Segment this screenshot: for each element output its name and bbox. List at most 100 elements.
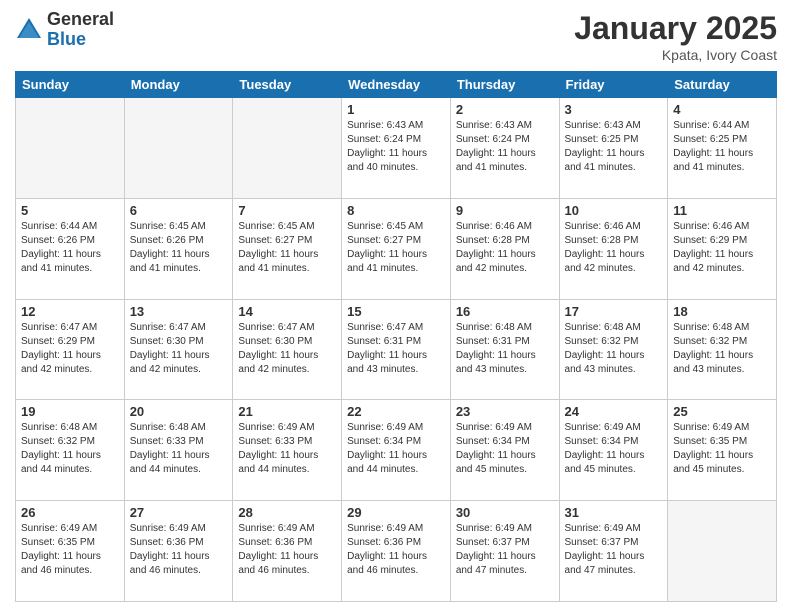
calendar-cell: 6 Sunrise: 6:45 AM Sunset: 6:26 PM Daylig… [124, 198, 233, 299]
calendar-cell: 16 Sunrise: 6:48 AM Sunset: 6:31 PM Dayli… [450, 299, 559, 400]
day-info: Sunrise: 6:49 AM Sunset: 6:36 PM Dayligh… [130, 522, 228, 578]
day-info: Sunrise: 6:49 AM Sunset: 6:37 PM Dayligh… [456, 522, 554, 578]
weekday-header-tuesday: Tuesday [233, 72, 342, 98]
day-info: Sunrise: 6:48 AM Sunset: 6:31 PM Dayligh… [456, 321, 554, 377]
calendar-cell: 5 Sunrise: 6:44 AM Sunset: 6:26 PM Daylig… [16, 198, 125, 299]
calendar-table: SundayMondayTuesdayWednesdayThursdayFrid… [15, 71, 777, 602]
logo-general-text: General [47, 10, 114, 30]
day-number: 18 [673, 304, 771, 319]
logo-blue-text: Blue [47, 30, 114, 50]
calendar-cell [16, 98, 125, 199]
day-number: 28 [238, 505, 336, 520]
day-info: Sunrise: 6:48 AM Sunset: 6:32 PM Dayligh… [673, 321, 771, 377]
calendar-cell: 31Sunrise: 6:49 AM Sunset: 6:37 PM Dayli… [559, 501, 668, 602]
day-number: 17 [565, 304, 663, 319]
calendar-cell: 15 Sunrise: 6:47 AM Sunset: 6:31 PM Dayli… [342, 299, 451, 400]
calendar-cell: 26 Sunrise: 6:49 AM Sunset: 6:35 PM Dayli… [16, 501, 125, 602]
day-number: 4 [673, 102, 771, 117]
weekday-header-sunday: Sunday [16, 72, 125, 98]
calendar-cell: 10 Sunrise: 6:46 AM Sunset: 6:28 PM Dayli… [559, 198, 668, 299]
week-row-2: 5 Sunrise: 6:44 AM Sunset: 6:26 PM Daylig… [16, 198, 777, 299]
calendar-cell: 1Sunrise: 6:43 AM Sunset: 6:24 PM Daylig… [342, 98, 451, 199]
day-info: Sunrise: 6:49 AM Sunset: 6:34 PM Dayligh… [565, 421, 663, 477]
day-number: 22 [347, 404, 445, 419]
day-number: 19 [21, 404, 119, 419]
day-number: 6 [130, 203, 228, 218]
calendar-cell: 21Sunrise: 6:49 AM Sunset: 6:33 PM Dayli… [233, 400, 342, 501]
day-number: 27 [130, 505, 228, 520]
day-info: Sunrise: 6:46 AM Sunset: 6:29 PM Dayligh… [673, 220, 771, 276]
calendar-cell: 30Sunrise: 6:49 AM Sunset: 6:37 PM Dayli… [450, 501, 559, 602]
day-info: Sunrise: 6:45 AM Sunset: 6:26 PM Dayligh… [130, 220, 228, 276]
day-number: 26 [21, 505, 119, 520]
weekday-header-wednesday: Wednesday [342, 72, 451, 98]
day-number: 16 [456, 304, 554, 319]
week-row-5: 26 Sunrise: 6:49 AM Sunset: 6:35 PM Dayli… [16, 501, 777, 602]
day-number: 25 [673, 404, 771, 419]
week-row-3: 12 Sunrise: 6:47 AM Sunset: 6:29 PM Dayli… [16, 299, 777, 400]
calendar-cell: 29 Sunrise: 6:49 AM Sunset: 6:36 PM Dayli… [342, 501, 451, 602]
day-number: 13 [130, 304, 228, 319]
calendar-cell: 2 Sunrise: 6:43 AM Sunset: 6:24 PM Daylig… [450, 98, 559, 199]
calendar-cell: 25 Sunrise: 6:49 AM Sunset: 6:35 PM Dayli… [668, 400, 777, 501]
day-info: Sunrise: 6:49 AM Sunset: 6:34 PM Dayligh… [347, 421, 445, 477]
day-number: 29 [347, 505, 445, 520]
day-info: Sunrise: 6:49 AM Sunset: 6:35 PM Dayligh… [673, 421, 771, 477]
weekday-header-thursday: Thursday [450, 72, 559, 98]
day-number: 24 [565, 404, 663, 419]
day-info: Sunrise: 6:44 AM Sunset: 6:25 PM Dayligh… [673, 119, 771, 175]
calendar-cell: 17 Sunrise: 6:48 AM Sunset: 6:32 PM Dayli… [559, 299, 668, 400]
day-info: Sunrise: 6:47 AM Sunset: 6:31 PM Dayligh… [347, 321, 445, 377]
day-info: Sunrise: 6:48 AM Sunset: 6:33 PM Dayligh… [130, 421, 228, 477]
weekday-header-saturday: Saturday [668, 72, 777, 98]
day-info: Sunrise: 6:49 AM Sunset: 6:35 PM Dayligh… [21, 522, 119, 578]
day-info: Sunrise: 6:47 AM Sunset: 6:29 PM Dayligh… [21, 321, 119, 377]
day-info: Sunrise: 6:43 AM Sunset: 6:24 PM Dayligh… [456, 119, 554, 175]
logo-text: General Blue [47, 10, 114, 50]
header: General Blue January 2025 Kpata, Ivory C… [15, 10, 777, 63]
weekday-header-monday: Monday [124, 72, 233, 98]
page: General Blue January 2025 Kpata, Ivory C… [0, 0, 792, 612]
calendar-cell [124, 98, 233, 199]
day-number: 14 [238, 304, 336, 319]
weekday-header-friday: Friday [559, 72, 668, 98]
day-number: 7 [238, 203, 336, 218]
calendar-cell: 18 Sunrise: 6:48 AM Sunset: 6:32 PM Dayli… [668, 299, 777, 400]
calendar-cell: 7Sunrise: 6:45 AM Sunset: 6:27 PM Daylig… [233, 198, 342, 299]
calendar-cell: 11 Sunrise: 6:46 AM Sunset: 6:29 PM Dayli… [668, 198, 777, 299]
day-info: Sunrise: 6:49 AM Sunset: 6:34 PM Dayligh… [456, 421, 554, 477]
day-info: Sunrise: 6:46 AM Sunset: 6:28 PM Dayligh… [565, 220, 663, 276]
title-month: January 2025 [574, 10, 777, 47]
calendar-cell [233, 98, 342, 199]
day-info: Sunrise: 6:46 AM Sunset: 6:28 PM Dayligh… [456, 220, 554, 276]
calendar-cell: 23 Sunrise: 6:49 AM Sunset: 6:34 PM Dayli… [450, 400, 559, 501]
day-info: Sunrise: 6:47 AM Sunset: 6:30 PM Dayligh… [130, 321, 228, 377]
title-block: January 2025 Kpata, Ivory Coast [574, 10, 777, 63]
calendar-cell: 27 Sunrise: 6:49 AM Sunset: 6:36 PM Dayli… [124, 501, 233, 602]
day-number: 8 [347, 203, 445, 218]
week-row-1: 1Sunrise: 6:43 AM Sunset: 6:24 PM Daylig… [16, 98, 777, 199]
day-number: 11 [673, 203, 771, 218]
day-info: Sunrise: 6:44 AM Sunset: 6:26 PM Dayligh… [21, 220, 119, 276]
calendar-cell: 12 Sunrise: 6:47 AM Sunset: 6:29 PM Dayli… [16, 299, 125, 400]
weekday-header-row: SundayMondayTuesdayWednesdayThursdayFrid… [16, 72, 777, 98]
calendar-cell: 13 Sunrise: 6:47 AM Sunset: 6:30 PM Dayli… [124, 299, 233, 400]
day-info: Sunrise: 6:48 AM Sunset: 6:32 PM Dayligh… [565, 321, 663, 377]
day-number: 15 [347, 304, 445, 319]
day-number: 12 [21, 304, 119, 319]
day-number: 10 [565, 203, 663, 218]
logo: General Blue [15, 10, 114, 50]
day-info: Sunrise: 6:47 AM Sunset: 6:30 PM Dayligh… [238, 321, 336, 377]
calendar-cell: 28Sunrise: 6:49 AM Sunset: 6:36 PM Dayli… [233, 501, 342, 602]
day-number: 3 [565, 102, 663, 117]
calendar-cell: 3Sunrise: 6:43 AM Sunset: 6:25 PM Daylig… [559, 98, 668, 199]
calendar-cell: 20Sunrise: 6:48 AM Sunset: 6:33 PM Dayli… [124, 400, 233, 501]
day-info: Sunrise: 6:49 AM Sunset: 6:36 PM Dayligh… [347, 522, 445, 578]
day-number: 5 [21, 203, 119, 218]
calendar-cell: 14 Sunrise: 6:47 AM Sunset: 6:30 PM Dayli… [233, 299, 342, 400]
calendar-cell: 8Sunrise: 6:45 AM Sunset: 6:27 PM Daylig… [342, 198, 451, 299]
calendar-cell [668, 501, 777, 602]
day-number: 23 [456, 404, 554, 419]
day-number: 2 [456, 102, 554, 117]
day-info: Sunrise: 6:48 AM Sunset: 6:32 PM Dayligh… [21, 421, 119, 477]
